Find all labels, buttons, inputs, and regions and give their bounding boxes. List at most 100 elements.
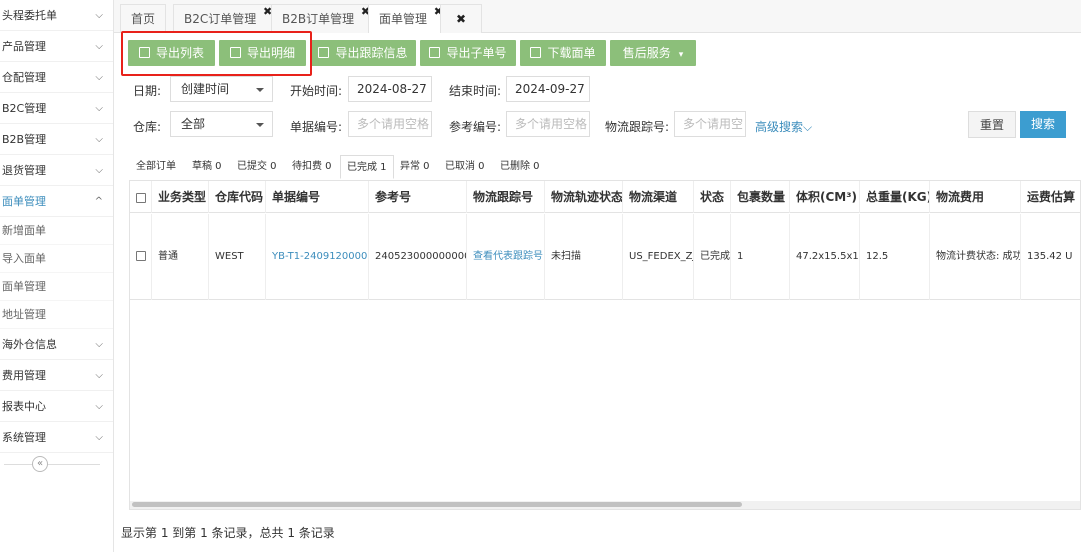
sidebar-subitem-new-label[interactable]: 新增面单 (0, 217, 113, 245)
select-all-checkbox[interactable] (136, 192, 146, 203)
sidebar-item-label: 费用管理 (2, 369, 46, 382)
sidebar-item-fees[interactable]: 费用管理 ⌵ (0, 360, 113, 391)
status-tab-pending-fee[interactable]: 待扣费 0 (286, 155, 338, 179)
sidebar-subitem-label: 导入面单 (2, 252, 46, 265)
warehouse-select[interactable]: 全部 (170, 111, 273, 137)
cell-volume: 47.2x15.5x10 (790, 214, 860, 300)
export-icon (229, 47, 241, 58)
cell-fee: 物流计费状态: 成功 (930, 214, 1021, 300)
sidebar-item-label: 海外仓信息 (2, 338, 57, 351)
scrollbar-thumb[interactable] (132, 502, 742, 507)
export-sub-order-button[interactable]: 导出子单号 (420, 40, 516, 66)
status-tab-completed[interactable]: 已完成 1 (340, 155, 394, 179)
end-date-input[interactable] (506, 76, 590, 102)
sidebar-subitem-address[interactable]: 地址管理 (0, 301, 113, 329)
cell-channel: US_FEDEX_ZJ (623, 214, 694, 300)
sidebar-item-head-order[interactable]: 头程委托单 ⌵ (0, 0, 113, 31)
start-date-input[interactable] (348, 76, 432, 102)
doc-no-input[interactable] (348, 111, 432, 137)
after-sales-dropdown[interactable]: 售后服务 ▾ (610, 40, 696, 66)
close-all-tabs-icon[interactable]: ✖ (440, 4, 482, 33)
table-header: 业务类型 仓库代码 单据编号 参考号 物流跟踪号 物流轨迹状态 物流渠道 状态 … (130, 181, 1080, 213)
download-label-button[interactable]: 下载面单 (520, 40, 606, 66)
caret-down-icon (256, 123, 264, 127)
ref-no-input[interactable] (506, 111, 590, 137)
advanced-search-link[interactable]: 高级搜索⌵ (755, 118, 812, 135)
sidebar-item-labels[interactable]: 面单管理 ^ (0, 186, 113, 217)
chevron-down-icon: ⌵ (95, 165, 103, 176)
status-tab-submitted[interactable]: 已提交 0 (231, 155, 283, 179)
export-tracking-button[interactable]: 导出跟踪信息 (310, 40, 416, 66)
tab-home[interactable]: 首页 (120, 4, 167, 33)
column-header: 物流跟踪号 (467, 181, 545, 213)
pagination-info: 显示第 1 到第 1 条记录，总共 1 条记录 (121, 526, 335, 540)
export-detail-button[interactable]: 导出明细 (219, 40, 306, 66)
sidebar-item-label: B2B管理 (2, 133, 47, 146)
search-button[interactable]: 搜索 (1020, 111, 1066, 138)
chevron-down-icon: ⌵ (95, 103, 103, 114)
column-header: 体积(CM³) (790, 181, 860, 213)
sidebar-item-label: 产品管理 (2, 40, 46, 53)
column-header: 参考号 (369, 181, 467, 213)
tracking-input[interactable] (674, 111, 746, 137)
row-select-cell (130, 214, 152, 300)
sidebar-subitem-label-manage[interactable]: 面单管理 (0, 273, 113, 301)
tab-label: 面单管理 (379, 12, 428, 26)
sidebar-item-system[interactable]: 系统管理 ⌵ (0, 422, 113, 453)
sidebar-item-overseas[interactable]: 海外仓信息 ⌵ (0, 329, 113, 360)
sidebar: 头程委托单 ⌵ 产品管理 ⌵ 仓配管理 ⌵ B2C管理 ⌵ B2B管理 ⌵ 退货管理 ⌵ 面… (0, 0, 114, 552)
tab-b2c-orders[interactable]: B2C订单管理 ✖ (173, 4, 276, 33)
sidebar-item-products[interactable]: 产品管理 ⌵ (0, 31, 113, 62)
tab-b2b-orders[interactable]: B2B订单管理 ✖ (271, 4, 374, 33)
column-header: 单据编号 (266, 181, 369, 213)
status-tab-draft[interactable]: 草稿 0 (186, 155, 228, 179)
table-row[interactable]: 普通 WEST YB-T1-24091200001 24052300000000… (130, 214, 1080, 300)
date-type-select[interactable]: 创建时间 (170, 76, 273, 102)
doc-no-label: 单据编号: (290, 120, 343, 134)
reset-button[interactable]: 重置 (968, 111, 1016, 138)
sidebar-subitem-label: 面单管理 (2, 280, 46, 293)
collapse-sidebar-icon[interactable]: « (32, 456, 48, 472)
export-list-button[interactable]: 导出列表 (128, 40, 215, 66)
sidebar-item-label: 退货管理 (2, 164, 46, 177)
column-header: 总重量(KG) (860, 181, 930, 213)
column-header: 包裹数量 (731, 181, 790, 213)
row-checkbox[interactable] (136, 251, 146, 261)
cell-weight: 12.5 (860, 214, 930, 300)
cell-doc-no-link[interactable]: YB-T1-24091200001 (266, 214, 369, 300)
chevron-down-icon: ⌵ (95, 370, 103, 381)
sidebar-item-b2b[interactable]: B2B管理 ⌵ (0, 124, 113, 155)
button-label: 售后服务 (622, 46, 671, 60)
tab-label: B2B订单管理 (282, 12, 355, 26)
chevron-down-icon: ⌵ (95, 134, 103, 145)
divider (4, 464, 100, 465)
status-tab-exception[interactable]: 异常 0 (394, 155, 436, 179)
export-icon (318, 47, 330, 58)
link-label: 高级搜索 (755, 120, 804, 134)
sidebar-item-label: 系统管理 (2, 431, 46, 444)
tab-label-management[interactable]: 面单管理 ✖ (368, 4, 447, 33)
status-tab-cancelled[interactable]: 已取消 0 (439, 155, 491, 179)
caret-down-icon: ▾ (678, 50, 684, 60)
column-header: 仓库代码 (209, 181, 266, 213)
status-tab-all[interactable]: 全部订单 (130, 155, 182, 179)
status-tab-deleted[interactable]: 已删除 0 (494, 155, 546, 179)
sidebar-item-reports[interactable]: 报表中心 ⌵ (0, 391, 113, 422)
cell-business-type: 普通 (152, 214, 209, 300)
chevron-down-icon: ⌵ (95, 339, 103, 350)
cell-status: 已完成 (694, 214, 731, 300)
cell-ref-no: 2405230000000001 (369, 214, 467, 300)
column-header: 状态 (694, 181, 731, 213)
sidebar-item-returns[interactable]: 退货管理 ⌵ (0, 155, 113, 186)
sidebar-subitem-import-label[interactable]: 导入面单 (0, 245, 113, 273)
end-date-label: 结束时间: (449, 84, 502, 98)
cell-tracking-link[interactable]: 查看代表跟踪号 (467, 214, 545, 300)
sidebar-item-warehouse[interactable]: 仓配管理 ⌵ (0, 62, 113, 93)
download-icon (530, 47, 542, 58)
column-header: 物流轨迹状态 (545, 181, 623, 213)
tab-label: B2C订单管理 (184, 12, 257, 26)
cell-warehouse: WEST (209, 214, 266, 300)
cell-track-status: 未扫描 (545, 214, 623, 300)
sidebar-item-b2c[interactable]: B2C管理 ⌵ (0, 93, 113, 124)
export-icon (429, 47, 441, 58)
